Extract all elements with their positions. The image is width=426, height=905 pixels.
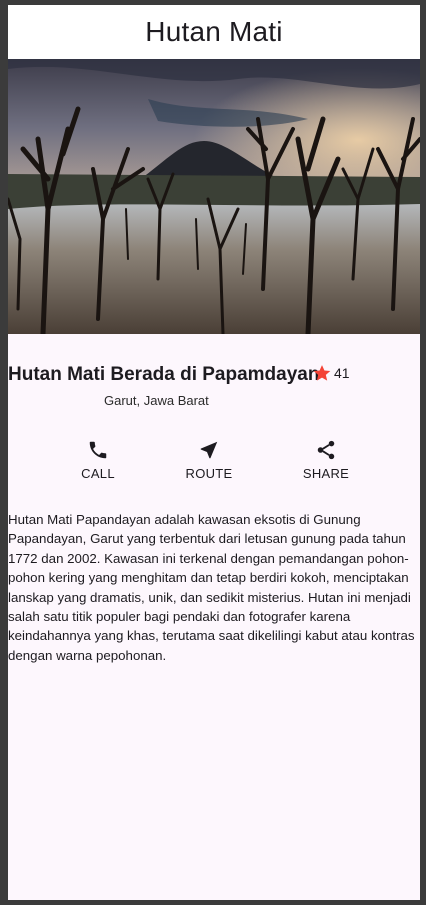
place-description: Hutan Mati Papandayan adalah kawasan eks…: [8, 512, 415, 663]
place-location: Garut, Jawa Barat: [104, 393, 209, 408]
route-button[interactable]: ROUTE: [164, 439, 254, 481]
app-screen: Hutan Mati Hutan Mati Berada di Papamday…: [8, 5, 420, 900]
share-icon: [317, 440, 335, 460]
navigation-icon: [200, 441, 218, 459]
share-label: SHARE: [302, 466, 350, 481]
call-button[interactable]: CALL: [53, 439, 143, 481]
action-bar: CALL ROUTE SHARE: [8, 439, 420, 489]
place-title: Hutan Mati Berada di Papamdayan: [8, 364, 320, 385]
call-label: CALL: [81, 466, 115, 481]
hero-image: [8, 59, 420, 334]
rating-count: 41: [334, 365, 350, 381]
phone-icon: [89, 441, 107, 459]
share-button[interactable]: SHARE: [281, 439, 371, 481]
place-header: Hutan Mati Berada di Papamdayan 41: [8, 364, 420, 394]
app-bar: Hutan Mati: [8, 5, 420, 59]
route-label: ROUTE: [185, 466, 233, 481]
star-icon[interactable]: [312, 363, 332, 383]
app-bar-title: Hutan Mati: [145, 16, 283, 47]
